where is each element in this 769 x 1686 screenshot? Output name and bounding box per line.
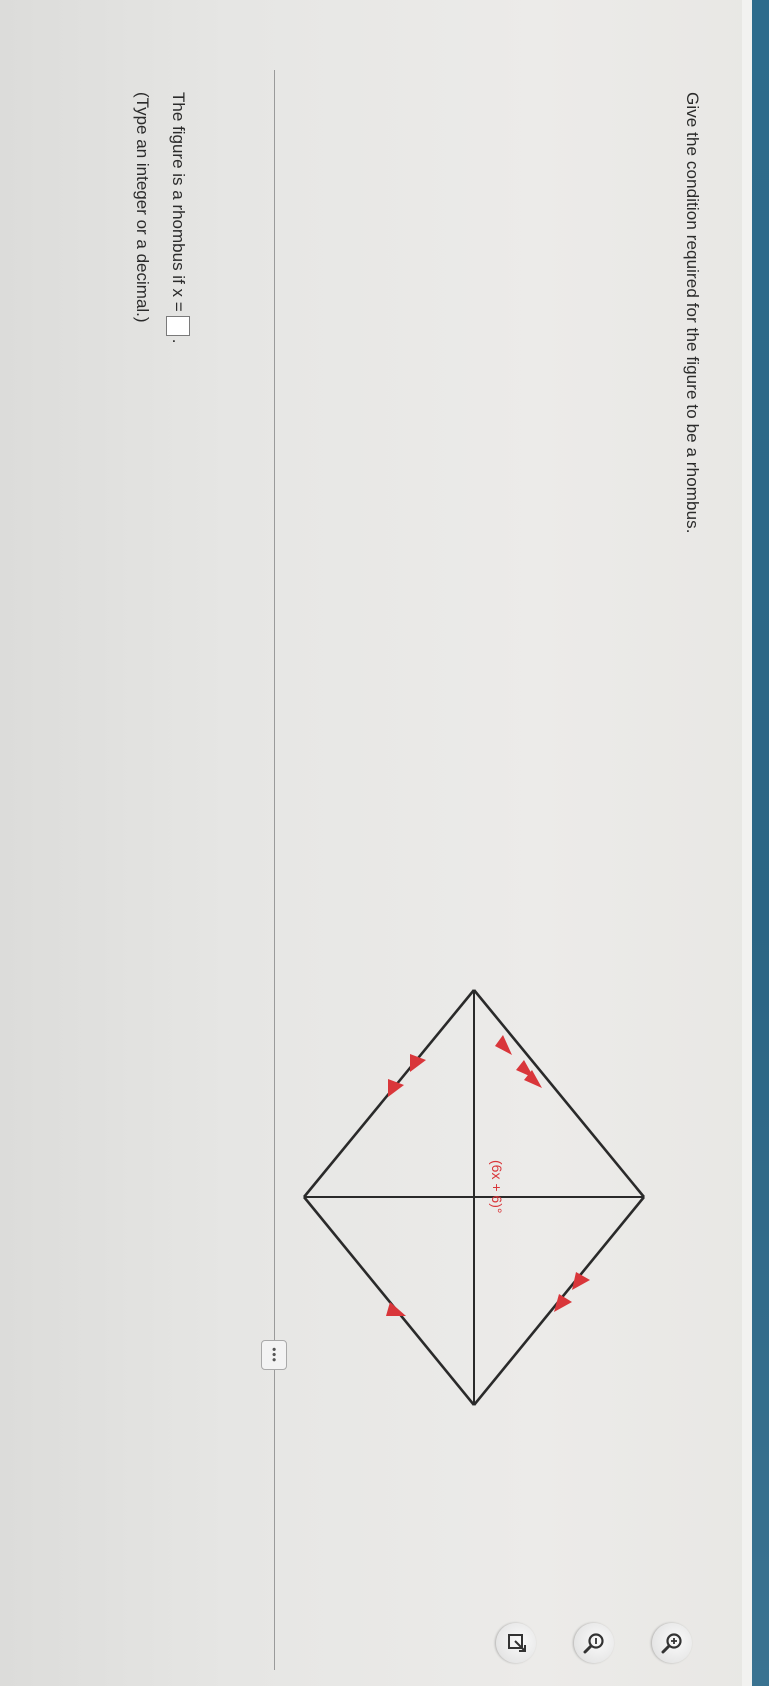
answer-line: The figure is a rhombus if x = . xyxy=(166,92,190,343)
question-prompt: Give the condition required for the figu… xyxy=(683,92,702,534)
zoom-in-button[interactable] xyxy=(652,1623,692,1663)
zoom-out-button[interactable] xyxy=(574,1623,614,1663)
zoom-out-icon xyxy=(583,1633,604,1654)
question-page: Give the condition required for the figu… xyxy=(0,0,742,1686)
rhombus-diagram: (6x + 6)° xyxy=(302,989,646,1406)
answer-suffix: . xyxy=(169,338,188,344)
angle-label: (6x + 6)° xyxy=(489,1160,505,1213)
rhombus-diagonals xyxy=(304,990,644,1405)
parallel-arrows xyxy=(386,1035,590,1316)
answer-input[interactable] xyxy=(166,315,190,336)
popout-icon xyxy=(508,1634,526,1652)
answer-hint: (Type an integer or a decimal.) xyxy=(133,92,152,323)
rhombus-figure: (6x + 6)° xyxy=(287,960,652,1480)
screenshot-viewport: Give the condition required for the figu… xyxy=(0,0,769,1686)
zoom-in-icon xyxy=(661,1633,682,1654)
page-top-edge xyxy=(742,0,752,1686)
popout-button[interactable] xyxy=(496,1623,536,1663)
answer-prefix: The figure is a rhombus if x = xyxy=(169,92,188,312)
more-options-button[interactable]: ••• xyxy=(261,1340,287,1370)
section-divider xyxy=(274,70,275,1670)
header-bar xyxy=(752,0,769,1686)
